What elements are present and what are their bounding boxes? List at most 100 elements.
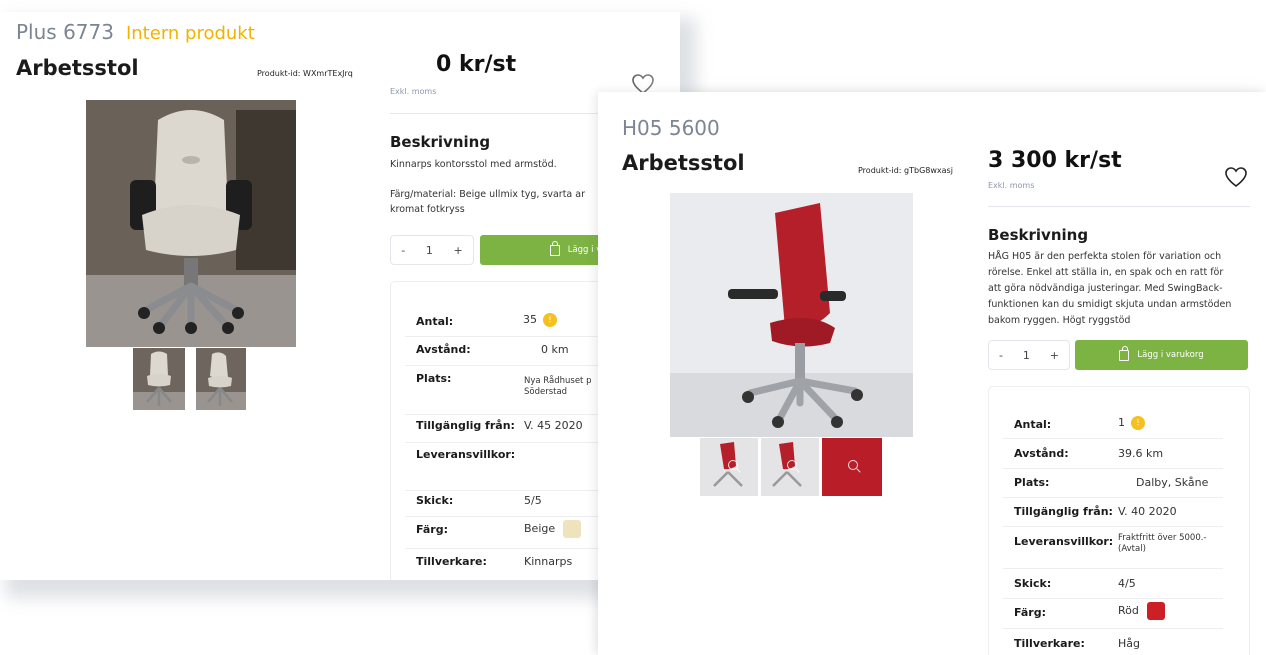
antal-number: 35 — [523, 313, 537, 326]
leverans-line: (Avtal) — [1118, 544, 1146, 554]
spec-label-antal: Antal: — [1014, 418, 1052, 431]
heart-icon[interactable] — [1224, 166, 1248, 188]
thumbnail-1[interactable] — [700, 438, 758, 496]
product-code: H05 5600 — [622, 116, 720, 140]
chair-image — [86, 100, 296, 347]
spec-label-avstand: Avstånd: — [416, 343, 471, 356]
qty-value[interactable]: 1 — [1023, 349, 1030, 362]
spec-value-tillganglig: V. 45 2020 — [524, 419, 583, 432]
bag-icon — [1119, 345, 1130, 361]
product-id: Produkt-id: gTbG8wxasj — [858, 166, 953, 175]
farg-text: Röd — [1118, 604, 1139, 617]
quantity-stepper[interactable]: - 1 + — [988, 340, 1070, 370]
qty-minus-button[interactable]: - — [401, 244, 405, 257]
spec-label-plats: Plats: — [1014, 476, 1050, 489]
qty-minus-button[interactable]: - — [999, 349, 1003, 362]
alert-dot-icon — [543, 313, 557, 327]
thumbnail-3[interactable] — [822, 438, 882, 496]
search-icon — [787, 460, 797, 470]
farg-text: Beige — [524, 522, 556, 535]
spec-label-skick: Skick: — [1014, 577, 1052, 590]
product-code: Plus 6773 Intern produkt — [16, 20, 255, 44]
quantity-stepper[interactable]: - 1 + — [390, 235, 474, 265]
vat-note: Exkl. moms — [988, 181, 1035, 190]
product-price: 0 kr/st — [436, 52, 517, 77]
row-divider — [1003, 628, 1223, 629]
spec-value-avstand: 0 km — [541, 343, 569, 356]
product-price: 3 300 kr/st — [988, 148, 1122, 173]
spec-value-farg: Beige — [524, 520, 582, 538]
search-icon — [728, 460, 738, 470]
thumb-image — [133, 351, 185, 410]
color-swatch — [563, 520, 582, 538]
product-title: Arbetsstol — [16, 56, 139, 80]
spec-value-antal: 35 — [523, 313, 557, 327]
thumbnail-1[interactable] — [133, 348, 185, 410]
spec-value-antal: 1 — [1118, 416, 1145, 430]
spec-value-plats: Nya Rådhuset p Söderstad — [524, 376, 592, 398]
row-divider — [1003, 526, 1223, 527]
spec-label-farg: Färg: — [416, 523, 448, 536]
description-text: HÅG H05 är den perfekta stolen för varia… — [988, 249, 1253, 329]
search-icon — [848, 460, 858, 470]
qty-value[interactable]: 1 — [426, 244, 433, 257]
row-divider — [1003, 468, 1223, 469]
vat-note: Exkl. moms — [390, 87, 437, 96]
description-line: rörelse. Enkel att ställa in, en spak oc… — [988, 267, 1224, 278]
spec-value-tillganglig: V. 40 2020 — [1118, 505, 1177, 518]
intern-tag: Intern produkt — [125, 23, 255, 44]
description-line: att göra nödvändiga justeringar. Med Swi… — [988, 283, 1223, 294]
spec-value-farg: Röd — [1118, 602, 1165, 620]
description-line: funktionen kan du smidigt skjuta undan a… — [988, 299, 1232, 310]
product-image[interactable] — [86, 100, 296, 347]
spec-value-tillverkare: Håg — [1118, 637, 1140, 650]
alert-dot-icon — [1131, 416, 1145, 430]
product-card-left: Plus 6773 Intern produkt Arbetsstol Produ… — [0, 12, 680, 580]
row-divider — [1003, 568, 1223, 569]
add-to-cart-button[interactable]: Lägg i varukorg — [1075, 340, 1248, 370]
description-line: bakom ryggen. Högt ryggstöd — [988, 315, 1131, 326]
spec-label-antal: Antal: — [416, 315, 454, 328]
spec-label-tillverkare: Tillverkare: — [1014, 637, 1085, 650]
thumbnail-2[interactable] — [196, 348, 246, 410]
chair-image — [670, 193, 913, 437]
row-divider — [1003, 598, 1223, 599]
spec-value-skick: 4/5 — [1118, 577, 1136, 590]
qty-plus-button[interactable]: + — [453, 244, 462, 257]
color-swatch — [1146, 602, 1165, 620]
description-heading: Beskrivning — [390, 133, 491, 151]
bag-icon — [549, 240, 560, 256]
plats-line: Nya Rådhuset p — [524, 376, 592, 386]
product-card-right: H05 5600 Arbetsstol Produkt-id: gTbG8wxa… — [598, 92, 1266, 655]
spec-label-skick: Skick: — [416, 494, 454, 507]
spec-label-leverans: Leveransvillkor: — [1014, 535, 1114, 548]
spec-label-tillganglig: Tillgänglig från: — [416, 419, 515, 432]
spec-value-avstand: 39.6 km — [1118, 447, 1164, 460]
description-heading: Beskrivning — [988, 226, 1089, 244]
product-code-text: Plus 6773 — [16, 20, 114, 44]
spec-value-tillverkare: Kinnarps — [524, 555, 573, 568]
spec-label-tillganglig: Tillgänglig från: — [1014, 505, 1113, 518]
product-title: Arbetsstol — [622, 151, 745, 175]
qty-plus-button[interactable]: + — [1050, 349, 1059, 362]
spec-label-tillverkare: Tillverkare: — [416, 555, 487, 568]
add-to-cart-label: Lägg i varukorg — [1137, 350, 1204, 360]
divider — [988, 206, 1250, 207]
plats-line: Söderstad — [524, 387, 568, 397]
product-image[interactable] — [670, 193, 913, 437]
description-line: HÅG H05 är den perfekta stolen för varia… — [988, 251, 1222, 262]
antal-number: 1 — [1118, 416, 1125, 429]
product-id: Produkt-id: WXmrTExJrq — [257, 69, 353, 78]
leverans-line: Fraktfritt över 5000.- — [1118, 533, 1207, 543]
spec-value-leverans: Fraktfritt över 5000.- (Avtal) — [1118, 533, 1207, 555]
spec-label-farg: Färg: — [1014, 606, 1046, 619]
spec-label-avstand: Avstånd: — [1014, 447, 1069, 460]
spec-label-plats: Plats: — [416, 372, 452, 385]
thumbnail-2[interactable] — [761, 438, 819, 496]
spec-value-skick: 5/5 — [524, 494, 542, 507]
row-divider — [1003, 497, 1223, 498]
spec-label-leverans: Leveransvillkor: — [416, 448, 516, 461]
thumb-image — [196, 352, 246, 410]
row-divider — [1003, 438, 1223, 439]
spec-value-plats: Dalby, Skåne — [1136, 476, 1209, 489]
